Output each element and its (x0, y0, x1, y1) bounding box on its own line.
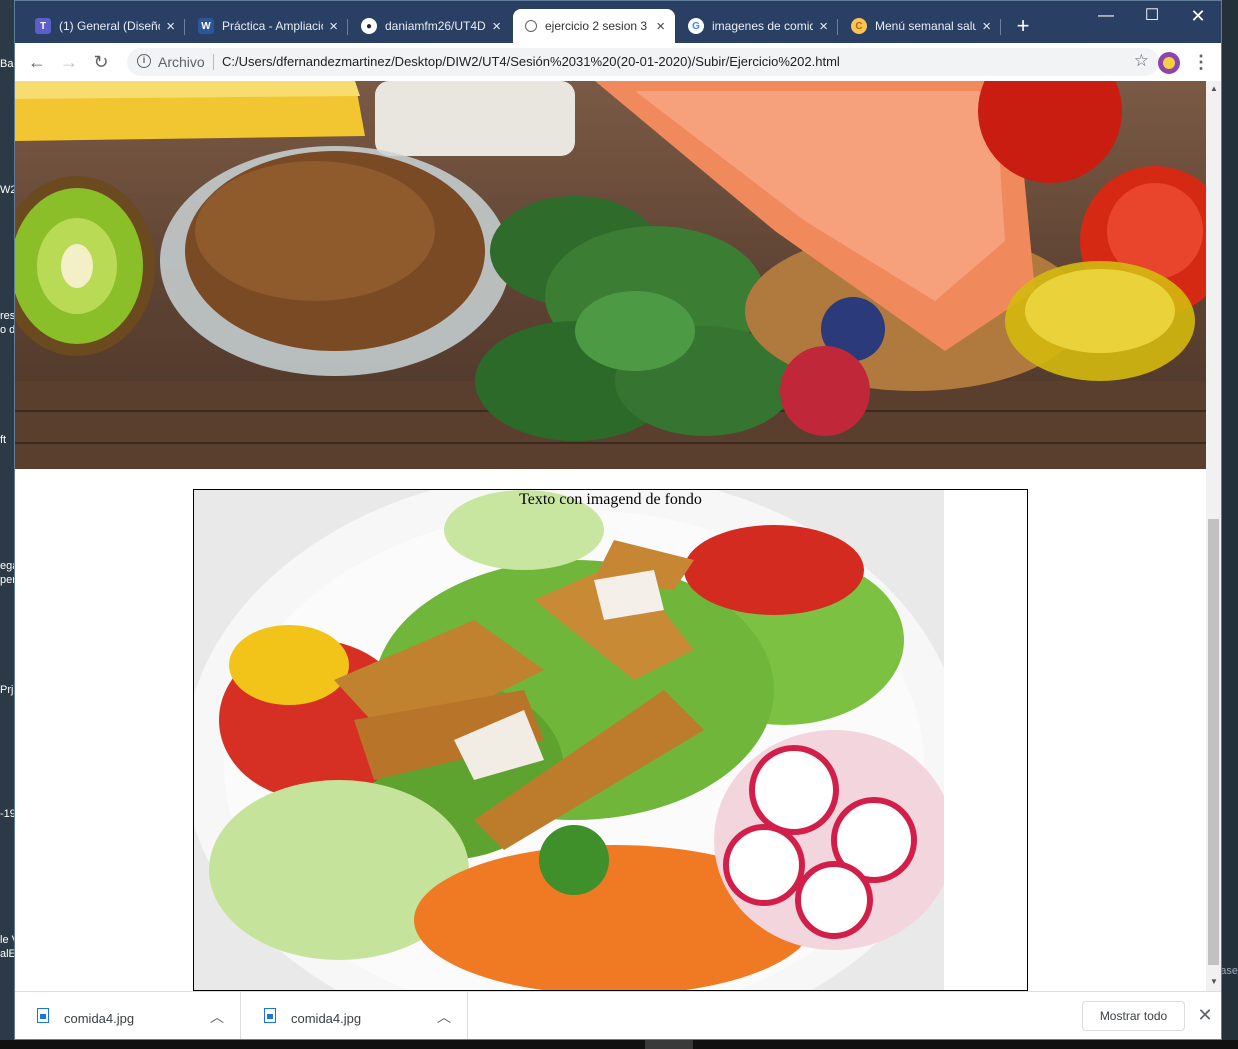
close-icon[interactable]: × (982, 19, 991, 34)
new-tab-button[interactable]: + (1011, 14, 1035, 38)
show-all-downloads-button[interactable]: Mostrar todo (1082, 1001, 1185, 1031)
tab-active-ejercicio[interactable]: ejercicio 2 sesion 3 × (513, 9, 675, 43)
taskbar-active-item[interactable] (645, 1040, 693, 1049)
tab-separator (184, 19, 185, 35)
desktop-icons-strip: Ba W2 res o di ft ega per Prj. -19 le V … (0, 0, 14, 1049)
close-icon[interactable]: ✕ (1195, 1004, 1215, 1026)
close-icon[interactable]: × (329, 19, 338, 34)
address-divider (213, 54, 214, 70)
bookmark-star-icon[interactable]: ☆ (1134, 51, 1149, 71)
chevron-up-icon[interactable]: ︿ (437, 1007, 451, 1027)
minimize-button[interactable]: — (1083, 1, 1129, 31)
close-icon[interactable]: × (492, 19, 501, 34)
image-file-icon (37, 1008, 49, 1023)
download-item[interactable]: comida4.jpg ︿ (242, 992, 468, 1039)
desktop-label: ega (0, 560, 14, 572)
forward-button[interactable]: → (57, 50, 81, 74)
tab-title: (1) General (Diseño (59, 19, 161, 33)
image-file-icon (264, 1008, 276, 1023)
reload-button[interactable]: ↻ (89, 50, 113, 74)
teams-icon: T (35, 18, 51, 34)
google-icon: G (688, 18, 704, 34)
download-filename: comida4.jpg (291, 1011, 362, 1026)
hero-food-image (15, 81, 1206, 469)
desktop-label: o di (0, 324, 14, 336)
word-icon: W (198, 18, 214, 34)
desktop-label: Prj. (0, 684, 14, 696)
tab-github[interactable]: ● daniamfm26/UT4D × (349, 9, 511, 43)
hero-illustration (15, 81, 1206, 469)
info-icon[interactable]: i (137, 54, 151, 68)
tab-teams[interactable]: T (1) General (Diseño × (23, 9, 185, 43)
address-bar[interactable]: i Archivo C:/Users/dfernandezmartinez/De… (127, 48, 1159, 76)
scrollbar-thumb[interactable] (1208, 519, 1219, 965)
desktop-label: ase (1220, 965, 1238, 977)
c-site-icon: C (851, 18, 867, 34)
maximize-button[interactable]: ☐ (1129, 1, 1175, 31)
tab-strip: T (1) General (Diseño × W Práctica - Amp… (15, 1, 1221, 43)
tab-google[interactable]: G imagenes de comida × (676, 9, 838, 43)
tab-title: Práctica - Ampliación (222, 19, 324, 33)
desktop-right-strip: ase (1220, 0, 1238, 1049)
box-caption: Texto con imagend de fondo (519, 491, 702, 508)
tab-title: ejercicio 2 sesion 3 (545, 19, 648, 33)
chevron-up-icon[interactable]: ︿ (210, 1007, 224, 1027)
address-scheme: Archivo (158, 54, 205, 70)
avatar-icon (1163, 57, 1175, 69)
scroll-down-icon[interactable]: ▼ (1210, 977, 1218, 986)
page-viewport: Texto con imagend de fondo ▲ ▼ (15, 81, 1221, 991)
tab-separator (1000, 19, 1001, 35)
desktop-label: -19 (0, 808, 14, 820)
browser-toolbar: ← → ↻ i Archivo C:/Users/dfernandezmarti… (15, 43, 1221, 82)
kebab-menu-icon[interactable]: ⋮ (1191, 51, 1211, 73)
back-button[interactable]: ← (25, 50, 49, 74)
tab-title: daniamfm26/UT4D (385, 19, 486, 33)
github-icon: ● (361, 18, 377, 34)
close-icon[interactable]: × (166, 19, 175, 34)
globe-icon (525, 20, 537, 32)
tab-title: Menú semanal salu (875, 19, 977, 33)
tab-separator (837, 19, 838, 35)
profile-avatar[interactable] (1158, 52, 1180, 74)
tab-title: imagenes de comida (712, 19, 814, 33)
desktop-label: le V (0, 934, 14, 946)
salad-plate-image (194, 490, 944, 990)
background-image-box: Texto con imagend de fondo (193, 489, 1028, 991)
desktop-label: Ba (0, 58, 14, 70)
tab-word[interactable]: W Práctica - Ampliación × (186, 9, 348, 43)
scroll-up-icon[interactable]: ▲ (1210, 84, 1218, 93)
vertical-scrollbar[interactable]: ▲ ▼ (1206, 81, 1221, 991)
tab-separator (347, 19, 348, 35)
tab-menu-semanal[interactable]: C Menú semanal salu × (839, 9, 1001, 43)
download-item[interactable]: comida4.jpg ︿ (15, 992, 241, 1039)
desktop-label: W2 (0, 184, 14, 196)
download-filename: comida4.jpg (64, 1011, 135, 1026)
address-url[interactable]: C:/Users/dfernandezmartinez/Desktop/DIW2… (222, 54, 840, 69)
desktop-label: ft (0, 434, 7, 446)
downloads-bar: comida4.jpg ︿ comida4.jpg ︿ Mostrar todo… (15, 991, 1221, 1039)
close-icon[interactable]: × (819, 19, 828, 34)
desktop-label: alE (0, 948, 14, 960)
close-icon[interactable]: × (656, 19, 665, 34)
desktop-label: per (0, 574, 14, 586)
taskbar (0, 1040, 1238, 1049)
window-close-button[interactable]: ✕ (1175, 1, 1221, 31)
salad-illustration (194, 490, 944, 990)
desktop-label: res (0, 310, 14, 322)
browser-window: T (1) General (Diseño × W Práctica - Amp… (14, 0, 1222, 1040)
